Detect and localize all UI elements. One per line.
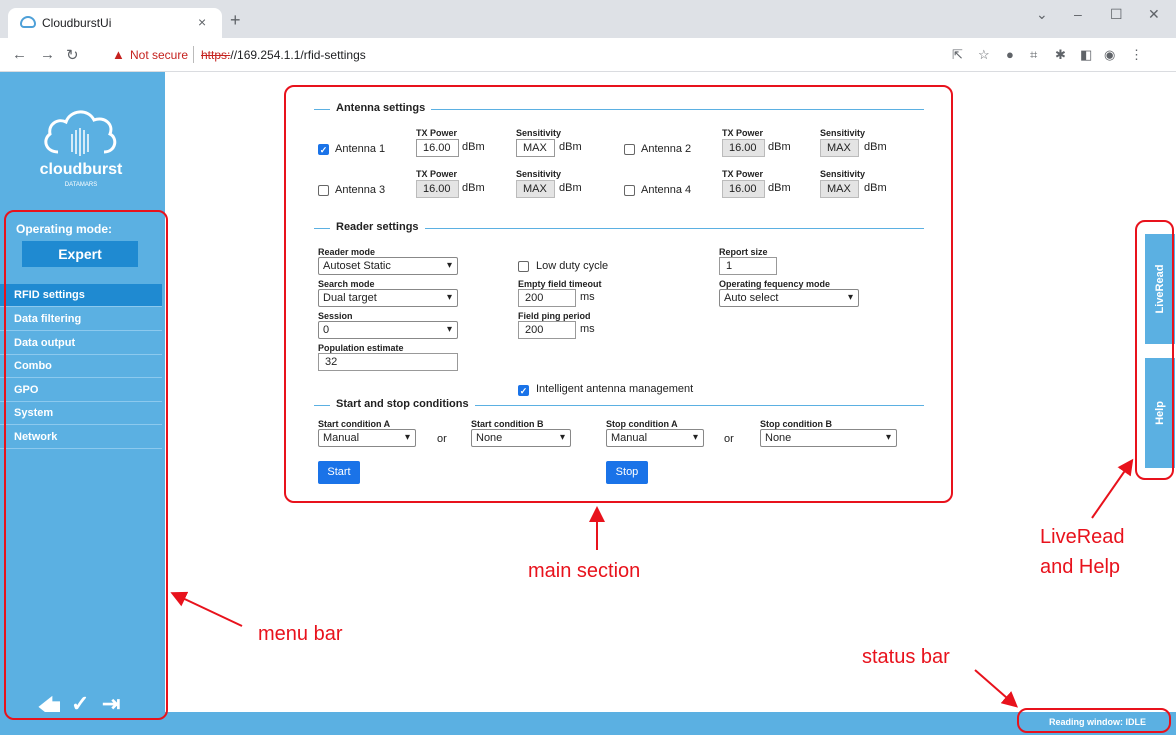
annotation-arrows xyxy=(170,458,1134,708)
main-section-annotation: main section xyxy=(528,560,641,582)
liveread-annotation-line1: LiveRead xyxy=(1040,526,1125,548)
status-bar-arrow xyxy=(974,669,1019,708)
liveread-annotation-line2: and Help xyxy=(1040,556,1121,578)
status-bar-annotation: status bar xyxy=(862,646,950,668)
liveread-arrow xyxy=(1091,458,1134,519)
menu-bar-arrow xyxy=(170,591,243,627)
menu-bar-annotation: menu bar xyxy=(258,623,343,645)
